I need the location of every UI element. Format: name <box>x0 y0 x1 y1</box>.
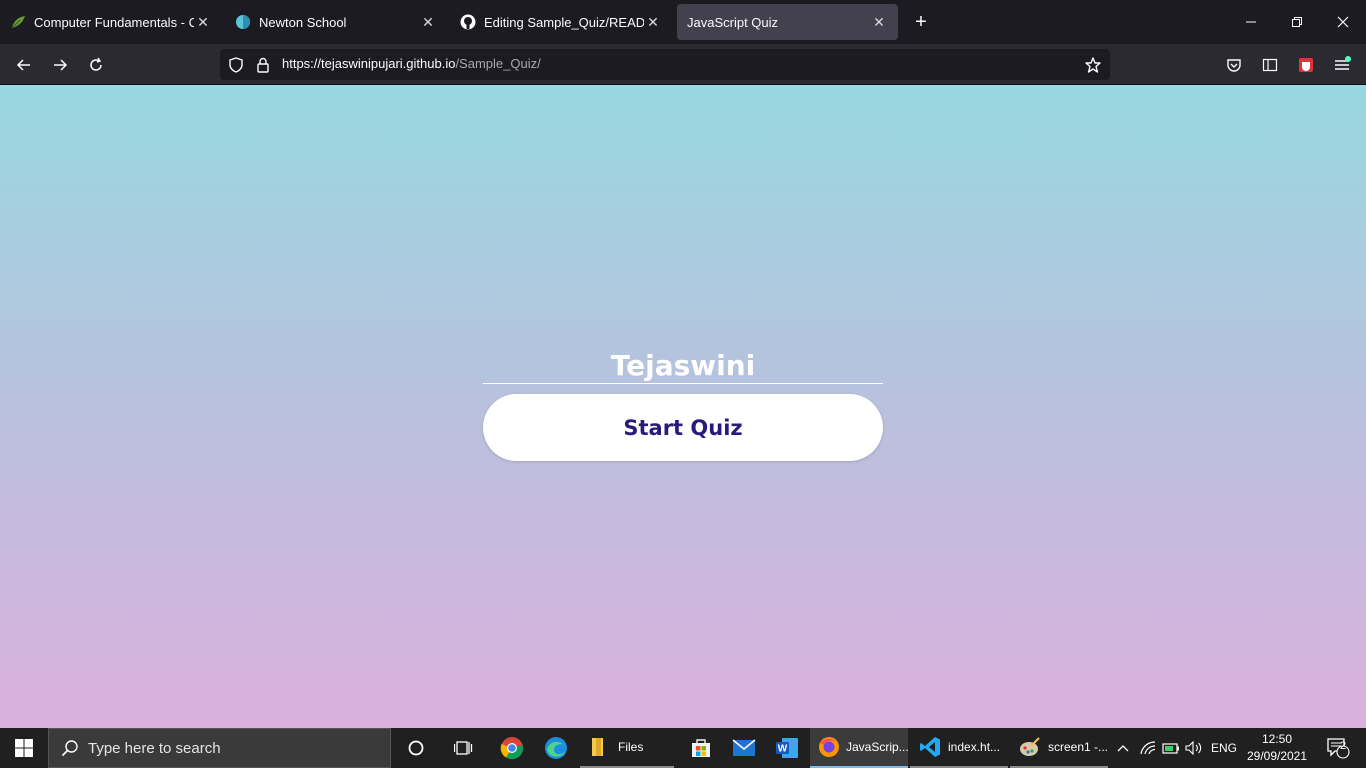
task-view-button[interactable] <box>444 728 484 768</box>
taskbar-app-label: JavaScrip... <box>846 740 909 754</box>
notification-icon <box>1327 738 1350 759</box>
paint-icon <box>1018 735 1042 759</box>
clock[interactable]: 12:50 29/09/2021 <box>1246 731 1308 765</box>
search-icon <box>61 740 78 757</box>
battery-icon <box>1162 743 1179 754</box>
store-taskbar-button[interactable] <box>682 728 720 768</box>
edge-icon <box>545 737 567 759</box>
extension-button[interactable] <box>1293 52 1319 78</box>
word-icon: W <box>776 738 798 758</box>
close-icon[interactable]: ✕ <box>644 13 662 31</box>
lock-icon[interactable] <box>254 56 272 74</box>
navigation-bar: https://tejaswinipujari.github.io/Sample… <box>0 44 1366 85</box>
paint-taskbar-button[interactable]: screen1 -... <box>1010 728 1108 768</box>
tab-title: JavaScript Quiz <box>687 14 779 30</box>
wifi-icon <box>1140 741 1156 755</box>
close-icon[interactable]: ✕ <box>870 13 888 31</box>
vscode-taskbar-button[interactable]: index.ht... <box>910 728 1008 768</box>
mail-icon <box>732 739 756 756</box>
url-text[interactable]: https://tejaswinipujari.github.io/Sample… <box>282 56 541 71</box>
tab-title: Computer Fundamentals - Com <box>34 14 194 30</box>
restore-button[interactable] <box>1274 0 1320 44</box>
notification-center-button[interactable]: 2 <box>1318 728 1358 768</box>
shield-icon[interactable] <box>227 56 245 74</box>
cortana-button[interactable] <box>396 728 436 768</box>
close-window-button[interactable] <box>1320 0 1366 44</box>
new-tab-button[interactable]: + <box>909 10 933 34</box>
reader-view-button[interactable] <box>1257 52 1283 78</box>
edge-taskbar-button[interactable] <box>536 728 576 768</box>
quiz-page: Start Quiz <box>0 85 1366 728</box>
firefox-icon <box>818 735 840 759</box>
taskbar-app-label: Files <box>618 740 644 754</box>
url-host: https://tejaswinipujari.github.io <box>282 56 456 71</box>
mail-taskbar-button[interactable] <box>725 728 763 768</box>
pocket-button[interactable] <box>1221 52 1247 78</box>
taskbar-app-label: screen1 -... <box>1047 740 1109 754</box>
newton-logo-icon <box>235 14 251 30</box>
clock-date: 29/09/2021 <box>1246 749 1308 763</box>
start-button[interactable] <box>0 728 48 768</box>
clock-time: 12:50 <box>1261 732 1293 746</box>
minimize-button[interactable] <box>1228 0 1274 44</box>
sidebar-icon <box>1262 58 1278 72</box>
word-taskbar-button[interactable]: W <box>768 728 806 768</box>
taskbar-search[interactable]: Type here to search <box>48 728 391 768</box>
back-arrow-icon <box>16 59 30 71</box>
speaker-icon <box>1185 741 1202 755</box>
back-button[interactable] <box>11 52 37 78</box>
notification-count: 2 <box>1340 740 1347 752</box>
forward-button[interactable] <box>47 52 73 78</box>
vscode-icon <box>918 735 942 759</box>
cortana-icon <box>408 740 424 756</box>
battery-button[interactable] <box>1161 728 1181 768</box>
github-icon <box>460 14 476 30</box>
tab-newton-school[interactable]: Newton School ✕ <box>225 4 447 40</box>
volume-button[interactable] <box>1183 728 1205 768</box>
folder-icon <box>588 735 612 759</box>
show-hidden-icons-button[interactable] <box>1112 728 1134 768</box>
name-input[interactable] <box>483 348 883 384</box>
close-icon[interactable]: ✕ <box>194 13 212 31</box>
tab-github-readme[interactable]: Editing Sample_Quiz/README.m ✕ <box>450 4 672 40</box>
url-bar[interactable]: https://tejaswinipujari.github.io/Sample… <box>220 49 1110 80</box>
tab-computer-fundamentals[interactable]: Computer Fundamentals - Com ✕ <box>0 4 222 40</box>
svg-text:W: W <box>778 744 788 755</box>
forward-arrow-icon <box>54 59 68 71</box>
task-view-icon <box>454 741 473 755</box>
tab-strip: Computer Fundamentals - Com ✕ Newton Sch… <box>0 0 1366 44</box>
files-taskbar-button[interactable]: Files <box>580 728 674 768</box>
tab-javascript-quiz[interactable]: JavaScript Quiz ✕ <box>677 4 898 40</box>
menu-button[interactable] <box>1329 52 1355 78</box>
taskbar: Type here to search Files W JavaScrip...… <box>0 728 1366 768</box>
search-placeholder: Type here to search <box>88 739 221 757</box>
url-path: /Sample_Quiz/ <box>455 56 541 71</box>
close-icon[interactable]: ✕ <box>419 13 437 31</box>
reload-icon <box>90 57 102 71</box>
reload-button[interactable] <box>83 52 109 78</box>
taskbar-app-label: index.ht... <box>948 740 1001 754</box>
chevron-up-icon <box>1117 745 1129 752</box>
windows-logo-icon <box>15 739 33 757</box>
network-button[interactable] <box>1138 728 1158 768</box>
tab-title: Editing Sample_Quiz/README.m <box>484 14 644 30</box>
extension-icon <box>1299 58 1313 72</box>
chrome-icon <box>500 737 524 760</box>
pocket-icon <box>1227 59 1241 72</box>
firefox-taskbar-button[interactable]: JavaScrip... <box>810 728 909 768</box>
start-quiz-button[interactable]: Start Quiz <box>483 394 883 461</box>
language-indicator[interactable]: ENG <box>1208 728 1240 768</box>
chrome-taskbar-button[interactable] <box>492 728 532 768</box>
bookmark-star-icon[interactable] <box>1084 56 1102 74</box>
leaf-icon <box>10 14 26 30</box>
hamburger-menu-icon <box>1335 56 1351 70</box>
store-icon <box>692 739 710 757</box>
tab-title: Newton School <box>259 14 347 30</box>
